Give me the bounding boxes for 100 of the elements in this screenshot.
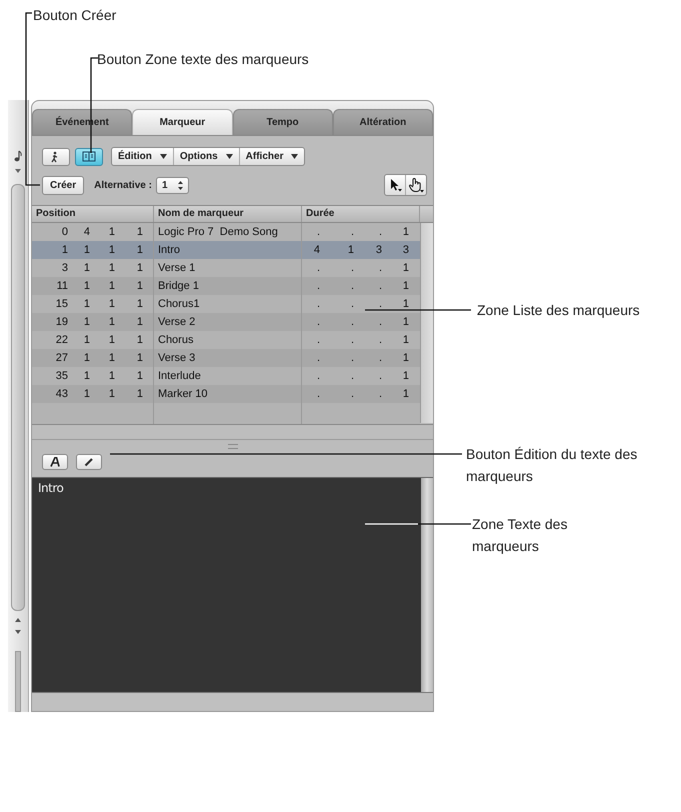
callout-label: Zone Liste des marqueurs xyxy=(477,301,640,320)
table-cell-text: 1 xyxy=(402,316,409,328)
menu-label: Édition xyxy=(118,151,152,162)
table-cell-text: 1 xyxy=(136,316,143,328)
callout-label: Bouton Créer xyxy=(33,6,116,25)
tab[interactable]: Altération xyxy=(332,109,433,135)
table-cell-text: 4 xyxy=(312,244,320,256)
table-cell-text: . xyxy=(350,262,354,274)
table-cell-text: 19 xyxy=(54,316,68,328)
edit-text-button[interactable] xyxy=(76,454,102,470)
table-cell-text: 1 xyxy=(108,244,115,256)
down-arrow-icon xyxy=(14,628,22,635)
table-cell-text: 3 xyxy=(374,244,382,256)
table-row[interactable]: 1 1 1 1 Intro 4 1 3 3 xyxy=(32,241,420,259)
table-row[interactable]: 19 1 1 1 Verse 2 . . . 1 xyxy=(32,313,420,331)
scrollbar[interactable] xyxy=(421,478,433,692)
text-area[interactable]: Intro xyxy=(32,478,433,692)
table-cell-text: 35 xyxy=(54,370,68,382)
font-button[interactable] xyxy=(42,454,68,470)
table-cell-text: 1 xyxy=(136,370,143,382)
caret-icon xyxy=(160,154,167,159)
table-cell-text: 1 xyxy=(82,334,90,346)
table-cell-text: 1 xyxy=(346,244,354,256)
table-cell-text: 15 xyxy=(54,298,68,310)
table-cell-text: 1 xyxy=(82,280,90,292)
table-cell-text: . xyxy=(378,370,382,382)
scrollbar[interactable] xyxy=(11,184,25,611)
caret-icon xyxy=(226,154,233,159)
table-cell-text: 1 xyxy=(136,388,143,400)
table-cell-text: . xyxy=(316,316,320,328)
split-handle[interactable] xyxy=(228,444,238,448)
table-cell-text: . xyxy=(378,226,382,238)
table-cell-text: 1 xyxy=(82,388,90,400)
table-cell-text: . xyxy=(350,334,354,346)
down-arrow-icon xyxy=(14,168,22,174)
column-header[interactable]: Nom de marqueur xyxy=(154,206,302,222)
table-cell-text: . xyxy=(350,370,354,382)
create-button[interactable]: Créer xyxy=(42,176,84,194)
table-cell-text: 1 xyxy=(108,316,115,328)
alternative-label: Alternative : xyxy=(94,180,152,190)
table-row[interactable]: 15 1 1 1 Chorus1 . . . 1 xyxy=(32,295,420,313)
table-row[interactable]: 3 1 1 1 Verse 1 . . . 1 xyxy=(32,259,420,277)
table-cell-text: . xyxy=(378,280,382,292)
table-cell-text: 1 xyxy=(402,370,409,382)
tab[interactable]: Marqueur xyxy=(132,109,232,135)
table-cell-text: 1 xyxy=(136,298,143,310)
table-cell-text: 1 xyxy=(82,352,90,364)
columns-icon xyxy=(82,150,96,162)
table-cell-text: 1 xyxy=(402,334,409,346)
marker-text: Intro xyxy=(38,481,64,495)
table-cell-text: . xyxy=(378,262,382,274)
table-cell-text: 1 xyxy=(136,280,143,292)
table-cell-text: . xyxy=(316,262,320,274)
table-cell-text: 1 xyxy=(108,226,115,238)
table-cell-text: . xyxy=(316,388,320,400)
table-cell-text: 27 xyxy=(54,352,68,364)
table-cell-text: . xyxy=(350,388,354,400)
callout-label: Zone Texte des marqueurs xyxy=(472,515,568,556)
table-cell-text: . xyxy=(350,280,354,292)
table-cell-text: . xyxy=(378,316,382,328)
table-cell-text: 1 xyxy=(108,352,115,364)
table-cell-text: 1 xyxy=(136,352,143,364)
table-cell-text: . xyxy=(378,334,382,346)
table-cell-text: . xyxy=(378,388,382,400)
table-cell-text: 1 xyxy=(136,244,143,256)
pencil-icon xyxy=(84,457,94,467)
menu-button[interactable]: Édition xyxy=(112,148,174,165)
hand-icon xyxy=(408,177,424,193)
table-cell-text: . xyxy=(350,316,354,328)
callout-label: Bouton Zone texte des marqueurs xyxy=(97,50,309,69)
table-cell-text: . xyxy=(350,226,354,238)
figure-button[interactable] xyxy=(42,148,70,166)
table-row[interactable]: 0 4 1 1 Logic Pro 7 Demo Song . . . 1 xyxy=(32,223,420,241)
table-row[interactable]: 43 1 1 1 Marker 10 . . . 1 xyxy=(32,385,420,403)
text-area-button[interactable] xyxy=(75,148,103,166)
alternative-stepper[interactable]: 1 xyxy=(156,176,188,194)
table-cell-text: 1 xyxy=(402,388,409,400)
table-row[interactable]: 27 1 1 1 Verse 3 . . . 1 xyxy=(32,349,420,367)
column-header[interactable]: Durée xyxy=(302,206,420,222)
table-cell-text: 1 xyxy=(402,226,409,238)
table-cell-text: . xyxy=(316,370,320,382)
note-icon xyxy=(14,150,22,162)
table-cell-text: 1 xyxy=(108,334,115,346)
hand-tool[interactable] xyxy=(406,175,426,195)
table-row[interactable]: 22 1 1 1 Chorus . . . 1 xyxy=(32,331,420,349)
table-cell-text: 4 xyxy=(82,226,90,238)
table-cell-text: 3 xyxy=(402,244,409,256)
menu-button[interactable]: Afficher xyxy=(240,148,304,165)
column-header[interactable]: Position xyxy=(32,206,154,222)
table-row[interactable]: 35 1 1 1 Interlude . . . 1 xyxy=(32,367,420,385)
table-cell-text: 0 xyxy=(60,226,68,238)
scrollbar[interactable] xyxy=(420,223,433,423)
menu-button[interactable]: Options xyxy=(174,148,240,165)
table-cell-text: 1 xyxy=(82,370,90,382)
table-cell-text: . xyxy=(378,352,382,364)
table-cell-text: 1 xyxy=(108,280,115,292)
table-cell-text: 1 xyxy=(402,262,409,274)
tab[interactable]: Tempo xyxy=(232,109,333,135)
table-row[interactable]: 11 1 1 1 Bridge 1 . . . 1 xyxy=(32,277,420,295)
table-cell-text: 1 xyxy=(82,262,90,274)
